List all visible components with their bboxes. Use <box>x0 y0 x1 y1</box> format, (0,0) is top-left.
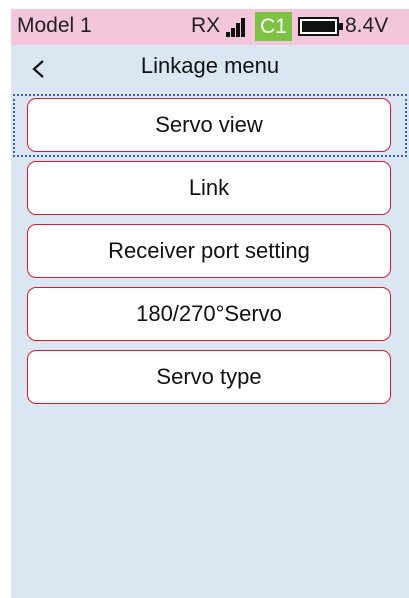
battery-voltage: 8.4V <box>345 14 389 37</box>
channel-badge: C1 <box>255 12 292 41</box>
servo-type-button[interactable]: Servo type <box>27 350 391 404</box>
device-screen: Model 1 RX C1 8.4V Linkage menu Servo vi… <box>11 9 409 598</box>
servo-180-270-button[interactable]: 180/270°Servo <box>27 287 391 341</box>
page-title: Linkage menu <box>140 53 280 78</box>
status-bar: Model 1 RX C1 8.4V <box>11 9 409 45</box>
rx-label: RX <box>191 14 221 37</box>
signal-strength-icon <box>226 17 248 37</box>
battery-icon <box>298 17 343 36</box>
receiver-port-setting-button[interactable]: Receiver port setting <box>27 224 391 278</box>
model-name: Model 1 <box>17 14 92 37</box>
servo-view-button[interactable]: Servo view <box>27 98 391 152</box>
link-button[interactable]: Link <box>27 161 391 215</box>
